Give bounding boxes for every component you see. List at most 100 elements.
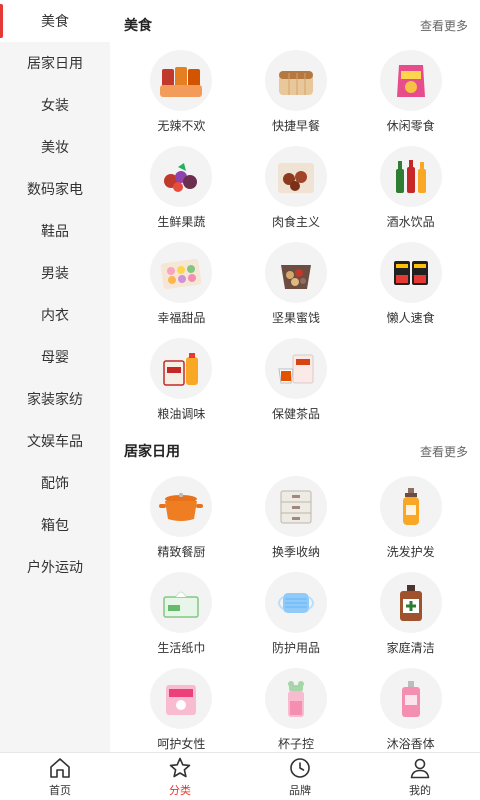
sidebar-item-bags[interactable]: 箱包 (0, 504, 110, 546)
subcategory-item[interactable]: 防护用品 (239, 572, 354, 656)
sidebar-item-label: 美妆 (41, 139, 69, 155)
section-header: 美食 查看更多 (124, 0, 468, 50)
subcategory-item[interactable]: 幸福甜品 (124, 242, 239, 326)
subcategory-label: 肉食主义 (271, 215, 320, 229)
bottles-icon (379, 146, 442, 207)
subcategory-item[interactable]: 生鲜果蔬 (124, 146, 239, 230)
macaron-box-icon (150, 242, 213, 303)
tab-label: 品牌 (289, 784, 311, 797)
tissue-icon (150, 572, 213, 633)
sidebar-item-beauty[interactable]: 美妆 (0, 126, 110, 168)
subcategory-label: 粮油调味 (157, 407, 206, 421)
subcategory-item[interactable]: 洗发护发 (353, 476, 468, 560)
sidebar-item-label: 户外运动 (27, 559, 83, 575)
section-title: 居家日用 (124, 443, 180, 459)
tab-label: 分类 (169, 784, 191, 797)
subcategory-grid: 精致餐厨 换季收纳 洗发护发 生活纸巾 防护用品 家庭清洁 呵护女性 杯子控 沐… (124, 476, 468, 752)
see-more-link[interactable]: 查看更多 (420, 443, 468, 460)
subcategory-item[interactable]: 休闲零食 (353, 50, 468, 134)
subcategory-item[interactable]: 酒水饮品 (353, 146, 468, 230)
subcategory-label: 杯子控 (277, 737, 314, 751)
subcategory-label: 防护用品 (271, 641, 320, 655)
fruit-icon (150, 146, 213, 207)
subcategory-item[interactable]: 懒人速食 (353, 242, 468, 326)
subcategory-item[interactable]: 精致餐厨 (124, 476, 239, 560)
section-title: 美食 (124, 17, 152, 33)
subcategory-grid: 无辣不欢 快捷早餐 休闲零食 生鲜果蔬 肉食主义 酒水饮品 幸福甜品 坚果蜜饯 … (124, 50, 468, 422)
subcategory-item[interactable]: 无辣不欢 (124, 50, 239, 134)
pot-icon (150, 476, 213, 537)
sidebar-item-electronics[interactable]: 数码家电 (0, 168, 110, 210)
rice-oil-icon (150, 338, 213, 399)
perfume-icon (379, 668, 442, 729)
sidebar-item-food[interactable]: 美食 (0, 0, 110, 42)
subcategory-label: 酒水饮品 (386, 215, 435, 229)
subcategory-item[interactable]: 生活纸巾 (124, 572, 239, 656)
subcategory-label: 快捷早餐 (271, 119, 320, 133)
sidebar-item-shoes[interactable]: 鞋品 (0, 210, 110, 252)
subcategory-item[interactable]: 保健茶品 (239, 338, 354, 422)
star-icon (169, 757, 191, 777)
subcategory-item[interactable]: 粮油调味 (124, 338, 239, 422)
tab-home[interactable]: 首页 (0, 753, 120, 800)
see-more-link[interactable]: 查看更多 (420, 17, 468, 34)
sidebar-item-label: 内衣 (41, 307, 69, 323)
subcategory-label: 呵护女性 (157, 737, 206, 751)
section-header: 居家日用 查看更多 (124, 426, 468, 476)
sidebar-item-label: 居家日用 (27, 55, 83, 71)
tab-category[interactable]: 分类 (120, 753, 240, 800)
sidebar-item-label: 男装 (41, 265, 69, 281)
sidebar-item-entertainment-auto[interactable]: 文娱车品 (0, 420, 110, 462)
tab-brand[interactable]: 品牌 (240, 753, 360, 800)
clock-icon (290, 757, 310, 778)
sidebar-item-label: 配饰 (41, 475, 69, 491)
sidebar-item-home-daily[interactable]: 居家日用 (0, 42, 110, 84)
sidebar-item-accessories[interactable]: 配饰 (0, 462, 110, 504)
sidebar-item-label: 数码家电 (27, 181, 83, 197)
section-home-daily: 居家日用 查看更多 精致餐厨 换季收纳 洗发护发 生活纸巾 防护用品 家庭清洁 … (110, 426, 480, 752)
sidebar-item-label: 母婴 (41, 349, 69, 365)
disinfectant-icon (379, 572, 442, 633)
bread-icon (264, 50, 327, 111)
chips-bag-icon (379, 50, 442, 111)
subcategory-item[interactable]: 快捷早餐 (239, 50, 354, 134)
subcategory-item[interactable]: 坚果蜜饯 (239, 242, 354, 326)
subcategory-label: 精致餐厨 (157, 545, 206, 559)
meatball-icon (264, 146, 327, 207)
subcategory-item[interactable]: 换季收纳 (239, 476, 354, 560)
sidebar-item-label: 文娱车品 (27, 433, 83, 449)
section-food: 美食 查看更多 无辣不欢 快捷早餐 休闲零食 生鲜果蔬 肉食主义 酒水饮品 幸福… (110, 0, 480, 422)
subcategory-item[interactable]: 呵护女性 (124, 668, 239, 752)
cup-icon (264, 668, 327, 729)
user-icon (410, 758, 430, 778)
sidebar-item-label: 鞋品 (41, 223, 69, 239)
subcategory-item[interactable]: 家庭清洁 (353, 572, 468, 656)
subcategory-label: 沐浴香体 (386, 737, 435, 751)
pad-icon (150, 668, 213, 729)
sidebar-item-underwear[interactable]: 内衣 (0, 294, 110, 336)
subcategory-item[interactable]: 沐浴香体 (353, 668, 468, 752)
subcategory-label: 换季收纳 (271, 545, 320, 559)
subcategory-label: 幸福甜品 (157, 311, 206, 325)
sidebar-item-womens-wear[interactable]: 女装 (0, 84, 110, 126)
category-sidebar: 美食 居家日用 女装 美妆 数码家电 鞋品 男装 内衣 母婴 家装家纺 文娱车品… (0, 0, 110, 752)
home-icon (50, 757, 70, 778)
subcategory-item[interactable]: 肉食主义 (239, 146, 354, 230)
sidebar-item-outdoor[interactable]: 户外运动 (0, 546, 110, 588)
sidebar-item-baby[interactable]: 母婴 (0, 336, 110, 378)
subcategory-label: 休闲零食 (386, 119, 435, 133)
subcategory-label: 洗发护发 (386, 545, 435, 559)
sidebar-item-mens-wear[interactable]: 男装 (0, 252, 110, 294)
subcategory-label: 无辣不欢 (157, 119, 206, 133)
subcategory-label: 生鲜果蔬 (157, 215, 206, 229)
mask-icon (264, 572, 327, 633)
spicy-snack-icon (150, 50, 213, 111)
sidebar-item-home-textile[interactable]: 家装家纺 (0, 378, 110, 420)
instant-noodle-icon (379, 242, 442, 303)
subcategory-item[interactable]: 杯子控 (239, 668, 354, 752)
storage-box-icon (264, 476, 327, 537)
subcategory-label: 坚果蜜饯 (271, 311, 320, 325)
bottom-tab-bar: 首页 分类 品牌 我的 (0, 752, 480, 800)
nuts-icon (264, 242, 327, 303)
tab-mine[interactable]: 我的 (360, 753, 480, 800)
